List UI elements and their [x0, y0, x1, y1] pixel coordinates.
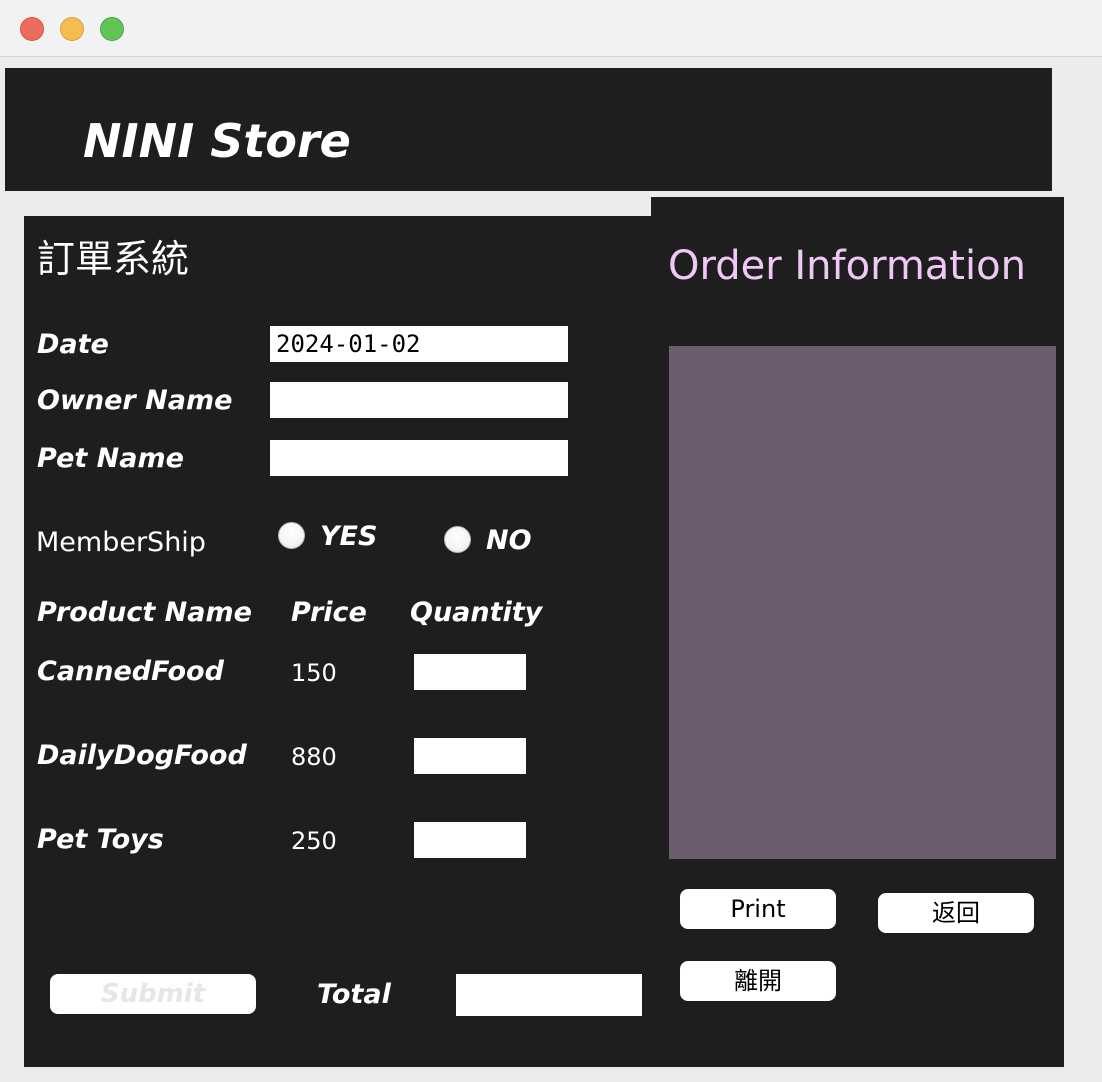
membership-yes-label[interactable]: YES [320, 523, 377, 550]
order-system-title: 訂單系統 [37, 237, 190, 281]
total-input[interactable] [456, 974, 642, 1016]
date-input[interactable] [270, 326, 568, 362]
minimize-window-button[interactable] [60, 17, 84, 41]
product-name: CannedFood [37, 656, 224, 687]
membership-yes-radio[interactable] [278, 522, 305, 549]
product-price: 150 [291, 659, 337, 687]
canned-food-quantity-input[interactable] [414, 654, 526, 690]
title-bar[interactable] [0, 0, 1102, 57]
order-info-title: Order Information [668, 243, 1026, 289]
daily-dog-food-quantity-input[interactable] [414, 738, 526, 774]
exit-button[interactable]: 離開 [680, 961, 836, 1001]
app-window: NINI Store Order Information Print 返回 離開… [0, 0, 1102, 1082]
product-price: 250 [291, 827, 337, 855]
price-header: Price [291, 597, 367, 628]
product-name: DailyDogFood [37, 740, 247, 771]
order-form-panel: 訂單系統 Date Owner Name Pet Name MemberShip… [24, 216, 669, 1067]
pet-name-label: Pet Name [37, 443, 184, 474]
product-name: Pet Toys [37, 824, 164, 855]
quantity-header: Quantity [410, 597, 543, 628]
store-header: NINI Store [5, 68, 1052, 191]
submit-button[interactable]: Submit [50, 974, 256, 1014]
pet-name-input[interactable] [270, 440, 568, 476]
print-button[interactable]: Print [680, 889, 836, 929]
membership-no-radio[interactable] [444, 526, 471, 553]
total-label: Total [317, 979, 391, 1010]
pet-toys-quantity-input[interactable] [414, 822, 526, 858]
membership-no-label[interactable]: NO [486, 527, 532, 554]
membership-label: MemberShip [36, 527, 206, 558]
owner-name-label: Owner Name [37, 385, 233, 416]
product-name-header: Product Name [37, 597, 252, 628]
zoom-window-button[interactable] [100, 17, 124, 41]
order-info-textarea[interactable] [669, 346, 1056, 859]
back-button[interactable]: 返回 [878, 893, 1034, 933]
store-title: NINI Store [83, 114, 351, 168]
date-label: Date [37, 329, 109, 360]
product-price: 880 [291, 743, 337, 771]
owner-name-input[interactable] [270, 382, 568, 418]
close-window-button[interactable] [20, 17, 44, 41]
order-info-panel: Order Information Print 返回 離開 [651, 197, 1064, 1067]
